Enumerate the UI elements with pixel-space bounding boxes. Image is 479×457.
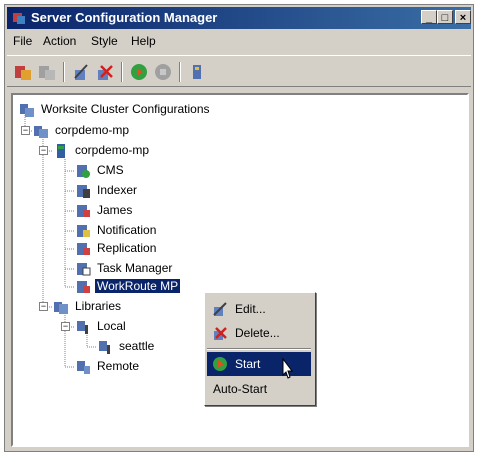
library-icon xyxy=(99,341,110,354)
libraries-icon xyxy=(54,302,68,314)
start-icon xyxy=(213,357,227,371)
cluster-icon xyxy=(34,126,48,138)
edit-icon xyxy=(213,302,227,316)
toolbar-separator xyxy=(179,62,181,82)
maximize-button[interactable]: □ xyxy=(437,10,453,24)
task-manager-icon xyxy=(77,263,91,276)
stop-icon[interactable] xyxy=(153,62,173,82)
tree-remote-label: Remote xyxy=(97,359,140,373)
tree-local-label: Local xyxy=(97,319,126,333)
replication-icon xyxy=(77,243,90,255)
context-edit-item[interactable]: Edit... xyxy=(207,297,311,321)
window-title: Server Configuration Manager xyxy=(31,10,218,25)
cluster-icon xyxy=(20,104,34,117)
context-start-item[interactable]: Start xyxy=(207,352,311,376)
toolbar-separator xyxy=(121,62,123,82)
tree-libraries-label: Libraries xyxy=(75,299,122,313)
tree-root-label: Worksite Cluster Configurations xyxy=(41,102,210,116)
app-icon xyxy=(13,13,25,24)
tree-cluster-label: corpdemo-mp xyxy=(55,123,130,137)
menu-help[interactable]: Help xyxy=(131,34,156,48)
tree-server-label: corpdemo-mp xyxy=(75,143,150,157)
delete-icon[interactable] xyxy=(95,62,115,82)
expand-toggle[interactable]: − xyxy=(21,126,30,135)
menu-file[interactable]: File xyxy=(13,34,32,48)
context-delete-label: Delete... xyxy=(235,326,280,340)
menu-action[interactable]: Action xyxy=(43,34,76,48)
context-menu: Edit... Delete... Start Auto-Start xyxy=(204,292,316,406)
library-icon xyxy=(77,321,88,334)
tree-service-label: Replication xyxy=(97,241,157,255)
tree-service-label: WorkRoute MP xyxy=(95,279,181,293)
indexer-icon xyxy=(77,185,90,198)
add-server-icon[interactable] xyxy=(13,62,33,82)
close-button[interactable]: × xyxy=(455,10,471,24)
context-delete-item[interactable]: Delete... xyxy=(207,321,311,345)
expand-toggle[interactable]: − xyxy=(61,322,70,331)
refresh-icon[interactable] xyxy=(187,62,207,82)
tree-library-label: seattle xyxy=(119,339,155,353)
remove-server-icon[interactable] xyxy=(37,62,57,82)
menu-style[interactable]: Style xyxy=(91,34,118,48)
workroute-icon xyxy=(77,281,90,293)
notification-icon xyxy=(77,225,90,237)
server-icon xyxy=(57,144,65,158)
expand-toggle[interactable]: − xyxy=(39,302,48,311)
start-icon[interactable] xyxy=(129,62,149,82)
menu-separator xyxy=(207,348,311,350)
context-edit-label: Edit... xyxy=(235,302,266,316)
service-icon xyxy=(77,165,90,178)
mail-service-icon xyxy=(77,205,90,217)
delete-icon xyxy=(214,327,227,340)
tree-service-label: Indexer xyxy=(97,183,138,197)
title-bar[interactable]: Server Configuration Manager _ □ × xyxy=(7,7,471,29)
tree-service-label: Notification xyxy=(97,223,157,237)
context-auto-start-label: Auto-Start xyxy=(213,382,268,396)
tree-service-label: James xyxy=(97,203,133,217)
minimize-button[interactable]: _ xyxy=(421,10,437,24)
tree-service-label: Task Manager xyxy=(97,261,173,275)
expand-toggle[interactable]: − xyxy=(39,146,48,155)
tree-service-label: CMS xyxy=(97,163,124,177)
toolbar-separator xyxy=(63,62,65,82)
menu-bar: File Action Style Help xyxy=(7,31,471,51)
app-window: Server Configuration Manager _ □ × File … xyxy=(4,4,474,452)
context-start-label: Start xyxy=(235,357,261,371)
mouse-pointer-icon xyxy=(282,357,293,379)
edit-icon[interactable] xyxy=(71,62,91,82)
remote-library-icon xyxy=(77,361,90,374)
toolbar xyxy=(7,55,471,87)
context-auto-start-item[interactable]: Auto-Start xyxy=(207,377,311,401)
